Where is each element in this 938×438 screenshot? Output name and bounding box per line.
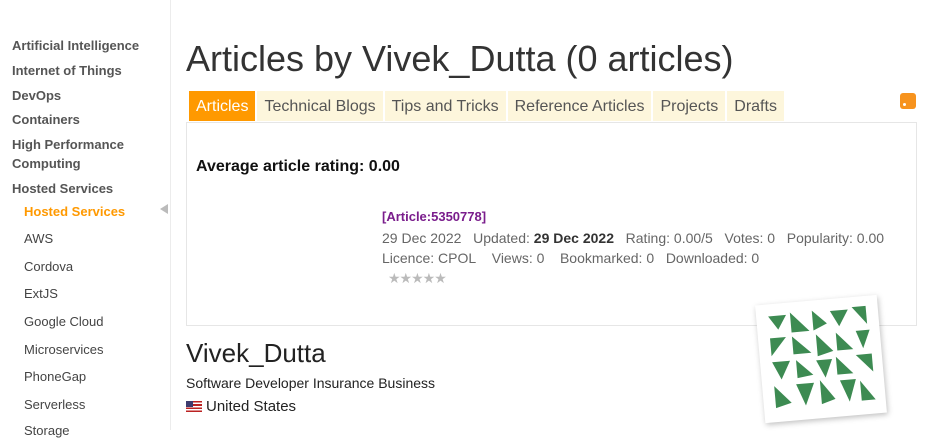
- article-meta-line-2: Licence: CPOL Views: 0 Bookmarked: 0 Dow…: [382, 250, 759, 266]
- star-rating-icon[interactable]: ★★★★★: [388, 270, 447, 287]
- sidebar-item-google-cloud[interactable]: Google Cloud: [24, 314, 104, 329]
- tab-technical-blogs[interactable]: Technical Blogs: [256, 90, 384, 122]
- article-updated-date: 29 Dec 2022: [533, 230, 614, 246]
- sidebar-item-cordova[interactable]: Cordova: [24, 259, 73, 274]
- article-rating: Rating: 0.00/5: [625, 230, 713, 246]
- sidebar-item-storage[interactable]: Storage: [24, 423, 70, 438]
- sidebar-group-iot[interactable]: Internet of Things: [12, 61, 152, 80]
- article-bookmarked: Bookmarked: 0: [559, 250, 655, 266]
- article-popularity: Popularity: 0.00: [786, 230, 885, 246]
- sidebar-group-ai[interactable]: Artificial Intelligence: [12, 36, 152, 55]
- us-flag-icon: [186, 401, 202, 412]
- page-title: Articles by Vivek_Dutta (0 articles): [186, 38, 734, 79]
- tab-drafts[interactable]: Drafts: [726, 90, 785, 122]
- article-link[interactable]: [Article:5350778]: [382, 209, 486, 224]
- article-updated-label: Updated:: [473, 230, 530, 246]
- tab-bar: Articles Technical Blogs Tips and Tricks…: [188, 90, 785, 122]
- identicon-icon: [768, 305, 876, 409]
- sidebar-item-aws[interactable]: AWS: [24, 231, 53, 246]
- article-meta-line-1: 29 Dec 2022 Updated: 29 Dec 2022 Rating:…: [382, 230, 884, 246]
- sidebar-item-microservices[interactable]: Microservices: [24, 342, 103, 357]
- articles-panel: [186, 122, 917, 326]
- rss-icon[interactable]: [900, 93, 916, 109]
- tab-projects[interactable]: Projects: [652, 90, 727, 122]
- sidebar-item-serverless[interactable]: Serverless: [24, 397, 85, 412]
- profile-name: Vivek_Dutta: [186, 338, 326, 368]
- sidebar-group-hpc[interactable]: High Performance Computing: [12, 135, 152, 173]
- profile-country-name: United States: [206, 398, 297, 415]
- article-downloaded: Downloaded: 0: [665, 250, 760, 266]
- tab-tips-and-tricks[interactable]: Tips and Tricks: [383, 90, 507, 122]
- article-date: 29 Dec 2022: [382, 230, 462, 246]
- sidebar-group-containers[interactable]: Containers: [12, 110, 152, 129]
- active-indicator-arrow-icon: [160, 204, 168, 214]
- article-views: Views: 0: [491, 250, 545, 266]
- article-licence[interactable]: Licence: CPOL: [382, 250, 476, 266]
- average-rating: Average article rating: 0.00: [196, 158, 400, 175]
- sidebar-group-hosted[interactable]: Hosted Services: [12, 179, 152, 198]
- sidebar-item-phonegap[interactable]: PhoneGap: [24, 369, 86, 384]
- sidebar: Artificial Intelligence Internet of Thin…: [0, 0, 171, 438]
- sidebar-item-hosted-services[interactable]: Hosted Services: [24, 204, 125, 219]
- tab-articles[interactable]: Articles: [188, 90, 257, 122]
- profile-country: United States: [186, 398, 296, 415]
- profile-job: Software Developer Insurance Business: [186, 375, 436, 391]
- tab-reference-articles[interactable]: Reference Articles: [506, 90, 653, 122]
- sidebar-item-extjs[interactable]: ExtJS: [24, 286, 58, 301]
- sidebar-group-devops[interactable]: DevOps: [12, 86, 152, 105]
- article-votes: Votes: 0: [724, 230, 776, 246]
- avatar: [755, 294, 887, 424]
